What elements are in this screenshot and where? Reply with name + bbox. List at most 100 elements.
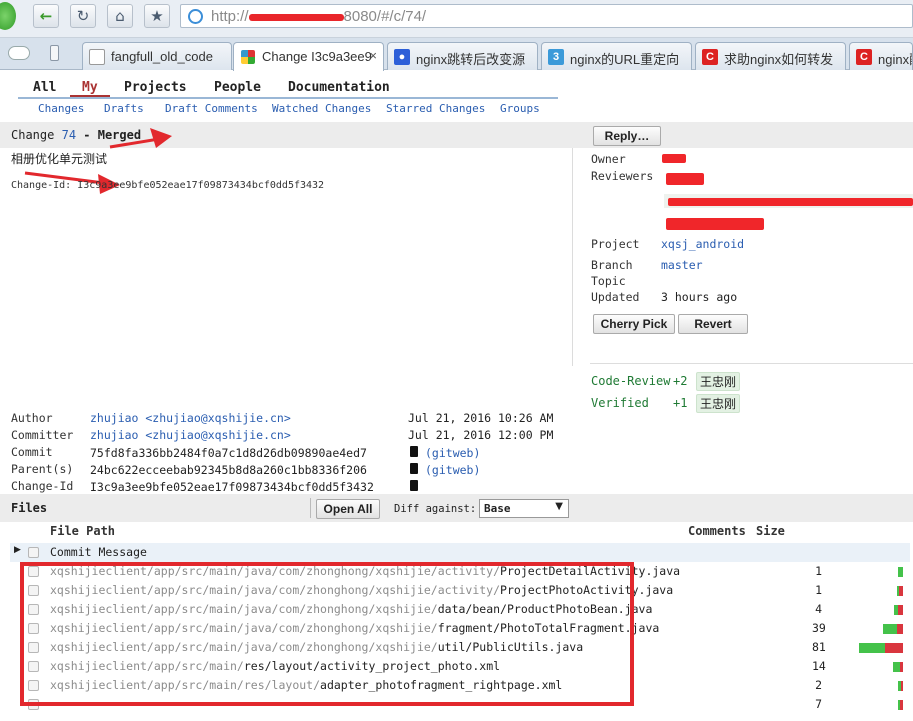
submenu-changes[interactable]: Changes	[38, 102, 84, 115]
verified-user: 王忠刚	[696, 394, 741, 413]
open-all-button[interactable]: Open All	[316, 499, 380, 519]
code-review-value: +2	[673, 374, 688, 388]
menu-projects[interactable]: Projects	[124, 80, 187, 95]
submenu-groups[interactable]: Groups	[500, 102, 540, 115]
browser-toolbar: ← ↻ ⌂ ★ http:// 8080/#/c/74/	[0, 0, 913, 38]
owner-label: Owner	[591, 152, 626, 166]
change-id-value: I3c9a3ee9bfe052eae17f09873434bcf0dd5f343…	[90, 480, 374, 494]
commit-label: Commit	[11, 445, 53, 459]
phone-icon[interactable]	[50, 45, 59, 61]
tab-label: fangfull_old_code	[111, 49, 213, 64]
files-title: Files	[11, 501, 48, 515]
submenu-watched-changes[interactable]: Watched Changes	[272, 102, 371, 115]
tab-strip: fangfull_old_code Change I3c9a3ee9 × ● n…	[0, 38, 913, 71]
address-bar[interactable]: http:// 8080/#/c/74/	[180, 4, 913, 28]
parents-label: Parent(s)	[11, 462, 74, 476]
reviewed-checkbox[interactable]	[28, 547, 39, 558]
project-label: Project	[591, 237, 640, 251]
topic-label: Topic	[591, 274, 626, 288]
reviewers-label: Reviewers	[591, 169, 654, 183]
cherry-pick-button[interactable]: Cherry Pick	[593, 314, 675, 334]
globe-icon	[188, 9, 203, 24]
deletions-bar	[897, 624, 903, 634]
commit-message-link[interactable]: Commit Message	[50, 545, 147, 559]
owner-redacted	[662, 154, 686, 163]
commit-message-row[interactable]: ▶ Commit Message	[10, 543, 910, 562]
change-id-label: Change-Id	[11, 479, 74, 493]
file-size-count: 2	[815, 678, 822, 692]
reviewers-redacted-2	[666, 218, 764, 230]
back-arrow-icon[interactable]: ←	[33, 4, 59, 28]
diff-against-select[interactable]: Base ▼	[479, 499, 569, 518]
file-size-count: 14	[812, 659, 826, 673]
insertions-bar	[898, 700, 900, 710]
chevron-down-icon: ▼	[555, 501, 563, 512]
deletions-bar	[885, 643, 903, 653]
gitweb-commit-link[interactable]: (gitweb)	[425, 446, 480, 460]
reviewers-redacted	[668, 198, 913, 206]
csdn-icon: C	[702, 49, 718, 65]
committer-label: Committer	[11, 428, 74, 442]
commit-subject: 相册优化单元测试	[11, 152, 108, 166]
insertions-bar	[883, 624, 897, 634]
cloud-icon[interactable]	[8, 46, 30, 60]
committer-date: Jul 21, 2016 12:00 PM	[408, 428, 554, 442]
clipboard-icon[interactable]	[410, 480, 418, 491]
close-tab-icon[interactable]: ×	[369, 48, 377, 63]
deletions-bar	[900, 662, 903, 672]
menu-documentation[interactable]: Documentation	[288, 80, 390, 95]
address-prefix: http://	[211, 8, 249, 25]
committer-link[interactable]: zhujiao <zhujiao@xqshijie.cn>	[90, 428, 291, 442]
tab-fangfull[interactable]: fangfull_old_code	[82, 42, 232, 70]
tab-label: nginx配置	[878, 52, 912, 67]
code-review-label: Code-Review	[591, 374, 671, 388]
author-date: Jul 21, 2016 10:26 AM	[408, 411, 554, 425]
updated-value: 3 hours ago	[661, 290, 738, 304]
parent-hash: 24bc622ecceebab92345b8d8a260c1bb8336f206	[90, 463, 367, 477]
browser-logo-icon	[0, 2, 16, 30]
star-icon[interactable]: ★	[144, 4, 170, 28]
files-toolbar: Files Open All Diff against: Base ▼	[0, 494, 913, 522]
author-link[interactable]: zhujiao <zhujiao@xqshijie.cn>	[90, 411, 291, 425]
blog-icon: 3	[548, 49, 564, 65]
branch-link[interactable]: master	[661, 258, 703, 272]
file-size-count: 39	[812, 621, 826, 635]
reviewer-redacted	[666, 173, 704, 185]
code-review-user: 王忠刚	[696, 372, 741, 391]
insertions-bar	[897, 586, 899, 596]
branch-label: Branch	[591, 258, 633, 272]
tab-label: 求助nginx如何转发	[724, 52, 834, 67]
deletions-bar	[900, 700, 903, 710]
tab-nginx-redirect[interactable]: ● nginx跳转后改变源	[387, 42, 538, 70]
home-icon[interactable]: ⌂	[107, 4, 133, 28]
clipboard-icon[interactable]	[410, 463, 418, 474]
insertions-bar	[898, 567, 903, 577]
file-size-count: 1	[815, 564, 822, 578]
clipboard-icon[interactable]	[410, 446, 418, 457]
annotation-highlight-box	[20, 562, 634, 706]
revert-button[interactable]: Revert	[678, 314, 748, 334]
tab-nginx-forward[interactable]: C 求助nginx如何转发	[695, 42, 846, 70]
verified-value: +1	[673, 396, 688, 410]
menu-all[interactable]: All	[33, 80, 56, 95]
tab-gerrit-change[interactable]: Change I3c9a3ee9 ×	[233, 42, 384, 71]
diff-against-label: Diff against:	[394, 503, 477, 515]
gerrit-icon	[240, 49, 256, 65]
submenu-starred-changes[interactable]: Starred Changes	[386, 102, 485, 115]
gitweb-parent-link[interactable]: (gitweb)	[425, 463, 480, 477]
menu-people[interactable]: People	[214, 80, 261, 95]
toolbar-separator	[310, 498, 311, 518]
file-size-count: 4	[815, 602, 822, 616]
tab-nginx-url[interactable]: 3 nginx的URL重定向	[541, 42, 692, 70]
commit-hash: 75fd8fa336bb2484f0a7c1d8d26db09890ae4ed7	[90, 446, 367, 460]
tab-nginx-config[interactable]: C nginx配置	[849, 42, 913, 70]
submenu-draft-comments[interactable]: Draft Comments	[165, 102, 258, 115]
tab-label: nginx的URL重定向	[570, 52, 680, 67]
project-link[interactable]: xqsj_android	[661, 237, 744, 251]
menu-my[interactable]: My	[82, 80, 98, 95]
file-path-header: File Path	[50, 524, 116, 538]
tab-label: nginx跳转后改变源	[416, 52, 526, 67]
reply-button[interactable]: Reply…	[593, 126, 661, 146]
submenu-drafts[interactable]: Drafts	[104, 102, 144, 115]
refresh-icon[interactable]: ↻	[70, 4, 96, 28]
